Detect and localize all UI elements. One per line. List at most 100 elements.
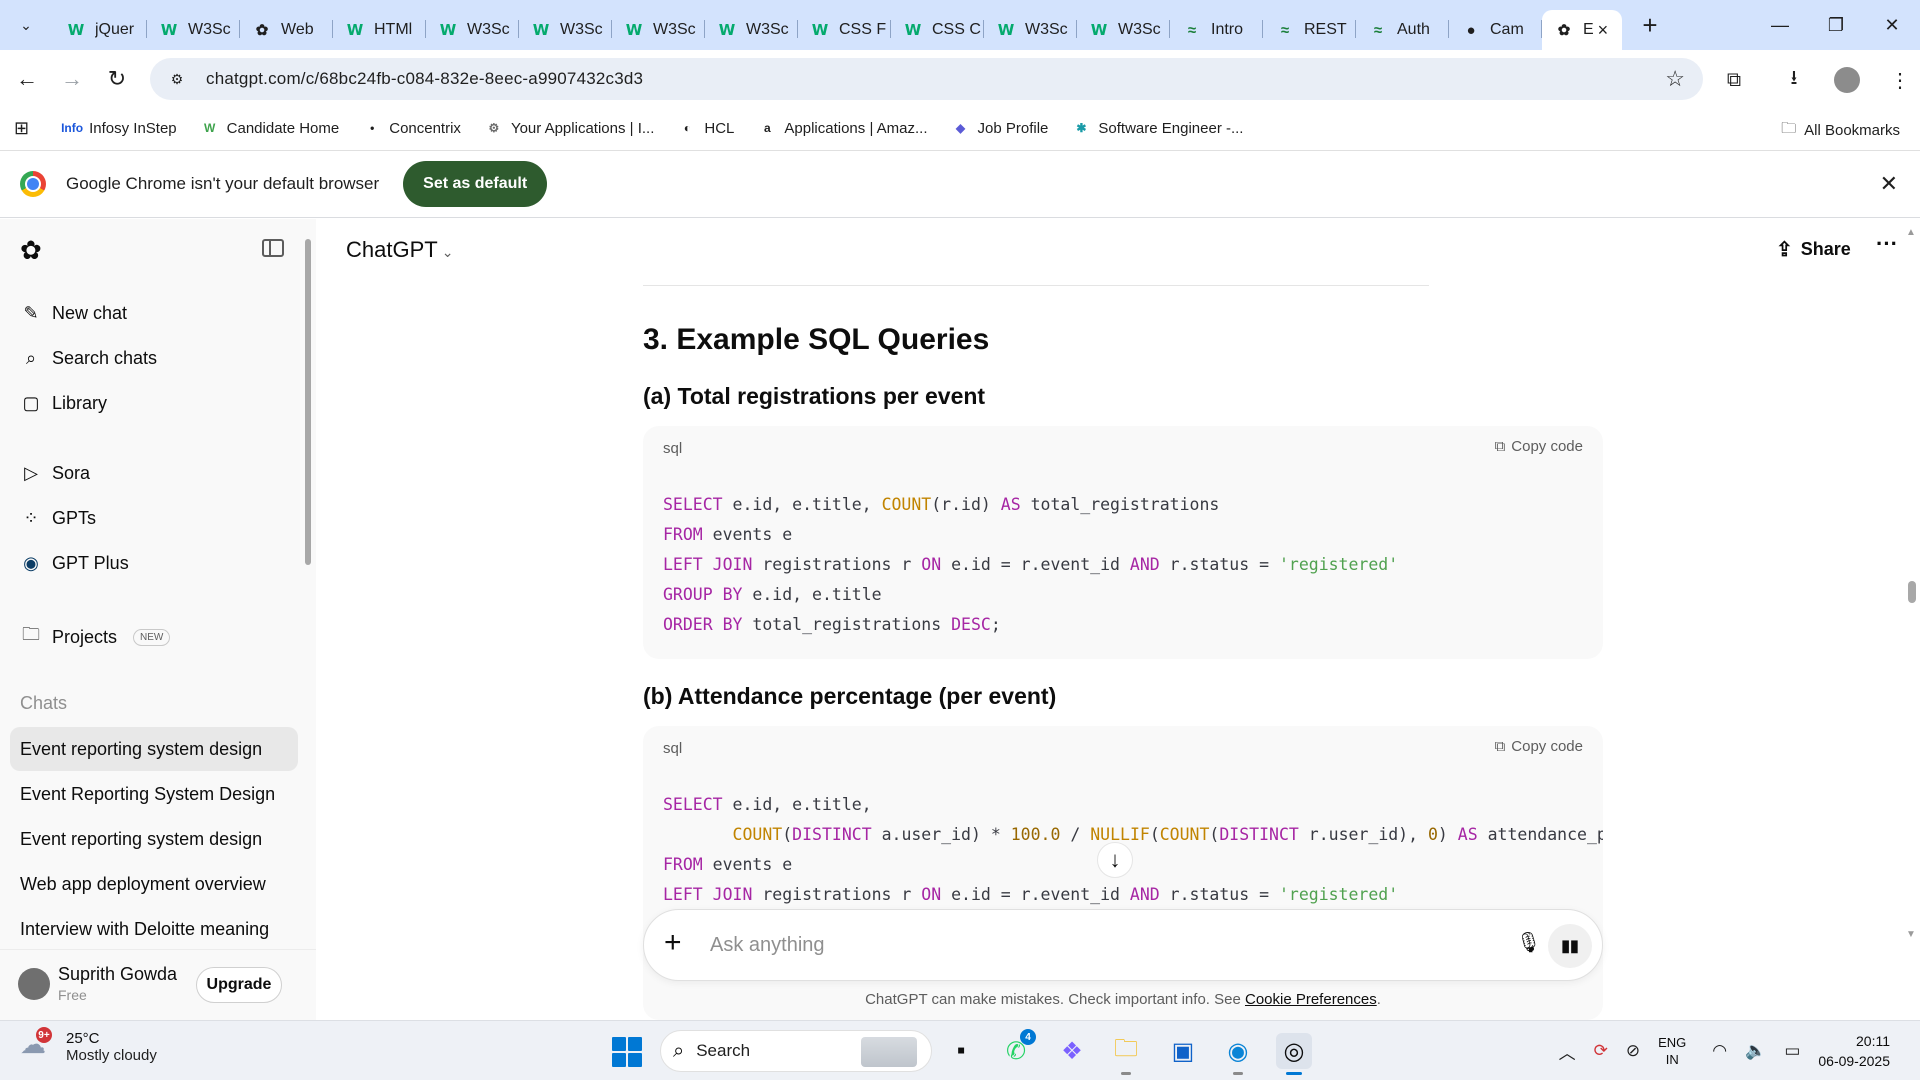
copy-code-button[interactable]: ⧉ Copy code xyxy=(1495,738,1583,755)
scroll-up-arrow-icon[interactable]: ▲ xyxy=(1906,227,1916,238)
more-options-icon[interactable]: ··· xyxy=(1876,231,1898,257)
chat-item[interactable]: Interview with Deloitte meaning xyxy=(10,907,298,951)
user-profile-row[interactable]: Suprith Gowda Free Upgrade xyxy=(0,949,316,1020)
plus-icon[interactable]: + xyxy=(664,926,682,960)
microphone-icon[interactable]: 🎙 xyxy=(1516,930,1541,955)
scroll-down-arrow-icon[interactable]: ▼ xyxy=(1906,929,1916,940)
wifi-icon[interactable]: ◠ xyxy=(1712,1041,1727,1061)
sidebar-item-gpt-plus[interactable]: ◉ GPT Plus xyxy=(20,553,129,574)
sync-icon[interactable]: ⟳ xyxy=(1594,1041,1608,1061)
reload-button[interactable]: ↻ xyxy=(99,61,135,97)
browser-tab[interactable]: W HTMl xyxy=(333,10,426,50)
copilot-icon[interactable]: ❖ xyxy=(1054,1033,1090,1069)
chat-item[interactable]: Event reporting system design xyxy=(10,817,298,861)
sidebar-item-library[interactable]: ▢ Library xyxy=(20,393,107,414)
browser-tab[interactable]: W CSS F xyxy=(798,10,891,50)
code-text[interactable]: SELECT e.id, e.title, COUNT(r.id) AS tot… xyxy=(663,490,1398,640)
sidebar-item-search-chats[interactable]: ⌕ Search chats xyxy=(20,348,157,369)
browser-tab[interactable]: ≈ REST xyxy=(1263,10,1356,50)
sidebar-toggle-icon[interactable] xyxy=(262,239,284,257)
scroll-to-bottom-button[interactable]: ↓ xyxy=(1097,842,1133,878)
language-indicator[interactable]: ENG IN xyxy=(1658,1034,1686,1068)
volume-icon[interactable]: 🔈 xyxy=(1745,1041,1766,1061)
bookmark-item[interactable]: ⚙ Your Applications | I... xyxy=(485,119,655,137)
close-window-button[interactable]: ✕ xyxy=(1864,0,1920,50)
code-text[interactable]: SELECT e.id, e.title, COUNT(DISTINCT a.u… xyxy=(663,790,1603,910)
chat-item[interactable]: Web app deployment overview xyxy=(10,862,298,906)
chevron-up-icon[interactable]: ︿ xyxy=(1559,1039,1576,1064)
browser-tab[interactable]: W W3Sc xyxy=(984,10,1077,50)
cookie-preferences-link[interactable]: Cookie Preferences xyxy=(1245,991,1377,1008)
bookmark-star-icon[interactable]: ☆ xyxy=(1665,66,1685,92)
close-tab-icon[interactable]: × xyxy=(1598,20,1609,41)
tab-search-button[interactable]: ⌄ xyxy=(10,9,42,41)
prompt-input[interactable]: Ask anything xyxy=(710,934,825,957)
url-text[interactable]: chatgpt.com/c/68bc24fb-c084-832e-8eec-a9… xyxy=(206,69,643,89)
scrollbar-thumb[interactable] xyxy=(305,239,311,565)
forward-button[interactable]: → xyxy=(54,61,90,97)
sidebar-scrollbar[interactable] xyxy=(304,225,312,1015)
microsoft-store-icon[interactable]: ▣ xyxy=(1165,1033,1201,1069)
browser-tab[interactable]: WjQuer xyxy=(54,10,147,50)
browser-tab[interactable]: W W3Sc xyxy=(612,10,705,50)
minimize-button[interactable]: — xyxy=(1752,0,1808,50)
download-icon[interactable]: ⭳ xyxy=(1774,60,1814,100)
network-off-icon[interactable]: ⊘ xyxy=(1626,1041,1640,1061)
browser-tab[interactable]: ● Cam xyxy=(1449,10,1542,50)
chat-item[interactable]: Event reporting system design xyxy=(10,727,298,771)
copy-code-button[interactable]: ⧉ Copy code xyxy=(1495,438,1583,455)
avatar[interactable] xyxy=(18,968,50,1000)
file-explorer-icon[interactable]: 🗀 xyxy=(1108,1033,1144,1075)
battery-icon[interactable]: ▭ xyxy=(1784,1041,1800,1061)
scrollbar-thumb[interactable] xyxy=(1908,581,1916,603)
sidebar-item-projects[interactable]: 🗀 Projects NEW xyxy=(20,622,171,652)
sidebar-item-sora[interactable]: ▷ Sora xyxy=(20,463,90,484)
voice-mode-button[interactable]: ▮▮ xyxy=(1548,924,1592,968)
browser-tab[interactable]: ≈ Auth xyxy=(1356,10,1449,50)
set-default-button[interactable]: Set as default xyxy=(403,161,548,207)
bookmark-item[interactable]: Info Infosy InStep xyxy=(61,119,177,137)
share-button[interactable]: ⇪ Share xyxy=(1776,237,1851,262)
chrome-icon[interactable]: ◎ xyxy=(1276,1033,1312,1075)
browser-tab[interactable]: W W3Sc xyxy=(705,10,798,50)
browser-tab[interactable]: W W3Sc xyxy=(426,10,519,50)
new-tab-button[interactable]: + xyxy=(1634,9,1666,41)
main-scrollbar[interactable]: ▲ ▼ xyxy=(1902,219,1920,1020)
upgrade-button[interactable]: Upgrade xyxy=(196,967,282,1003)
apps-grid-icon[interactable]: ⊞ xyxy=(14,118,29,139)
browser-tab-active[interactable]: ✿ E × xyxy=(1542,10,1622,50)
back-button[interactable]: ← xyxy=(9,61,45,97)
browser-tab[interactable]: W CSS C xyxy=(891,10,984,50)
bookmark-item[interactable]: • Concentrix xyxy=(363,119,461,137)
bookmark-item[interactable]: W Candidate Home xyxy=(201,119,339,137)
bookmark-item[interactable]: a Applications | Amaz... xyxy=(758,119,927,137)
task-view-icon[interactable]: ▪ xyxy=(943,1033,979,1069)
chat-item[interactable]: Event Reporting System Design xyxy=(10,772,298,816)
address-bar[interactable]: ⚙ chatgpt.com/c/68bc24fb-c084-832e-8eec-… xyxy=(150,58,1703,100)
browser-tab[interactable]: W W3Sc xyxy=(519,10,612,50)
model-selector[interactable]: ChatGPT ⌄ xyxy=(346,237,453,263)
bookmark-item[interactable]: ◐ HCL xyxy=(678,119,735,137)
sidebar-item-new-chat[interactable]: ✎ New chat xyxy=(20,303,127,324)
all-bookmarks-button[interactable]: 🗀 All Bookmarks xyxy=(1781,118,1900,143)
openai-logo-icon[interactable]: ✿ xyxy=(20,235,42,266)
sidebar-item-gpts[interactable]: ⁘ GPTs xyxy=(20,508,96,529)
message-composer[interactable]: + Ask anything 🎙 ▮▮ xyxy=(643,909,1603,981)
site-info-icon[interactable]: ⚙ xyxy=(162,64,192,94)
extensions-icon[interactable]: ⧉ xyxy=(1714,60,1754,100)
browser-tab[interactable]: ✿ Web xyxy=(240,10,333,50)
bookmark-item[interactable]: ✱ Software Engineer -... xyxy=(1072,119,1243,137)
clock[interactable]: 20:11 06-09-2025 xyxy=(1818,1031,1890,1071)
edge-icon[interactable]: ◉ xyxy=(1220,1033,1256,1075)
browser-tab[interactable]: W W3Sc xyxy=(147,10,240,50)
weather-widget[interactable]: ☁ 9+ 25°C Mostly cloudy xyxy=(20,1027,157,1065)
browser-tab[interactable]: W W3Sc xyxy=(1077,10,1170,50)
whatsapp-icon[interactable]: ✆ 4 xyxy=(998,1029,1036,1069)
browser-tab[interactable]: ≈ Intro xyxy=(1170,10,1263,50)
restore-button[interactable]: ❐ xyxy=(1808,0,1864,50)
taskbar-search[interactable]: ⌕ Search xyxy=(660,1030,932,1072)
bookmark-item[interactable]: ◆ Job Profile xyxy=(952,119,1049,137)
profile-avatar[interactable] xyxy=(1834,67,1860,93)
start-button[interactable] xyxy=(612,1037,642,1067)
infobar-close-icon[interactable]: ✕ xyxy=(1880,171,1898,197)
